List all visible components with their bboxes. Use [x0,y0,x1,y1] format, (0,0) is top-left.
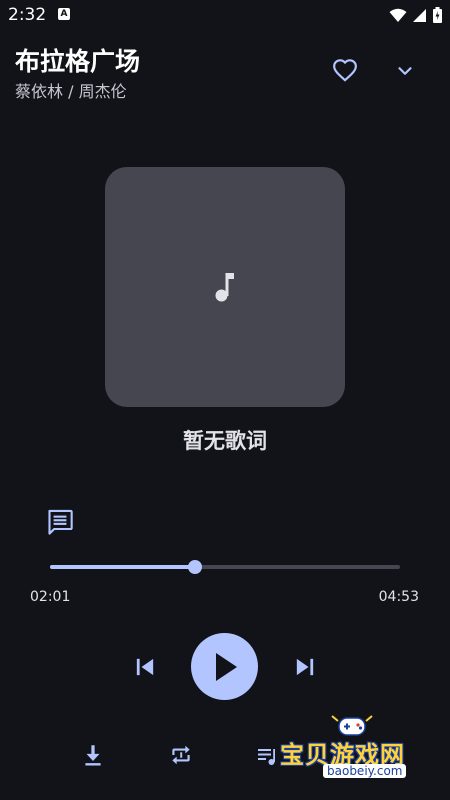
app-notification-icon: A [58,8,70,20]
play-icon [216,653,237,681]
skip-previous-icon [136,658,154,676]
chevron-down-icon [398,67,412,75]
favorite-button[interactable] [331,58,359,84]
status-bar: 2:32 A [0,0,450,32]
comment-button[interactable] [46,508,74,536]
status-time: 2:32 [8,5,47,25]
watermark-url: baobeiy.com [323,764,407,778]
collapse-button[interactable] [393,60,417,82]
play-button[interactable] [191,633,258,700]
previous-button[interactable] [130,653,160,681]
status-icons [389,7,442,23]
total-duration: 04:53 [378,589,419,605]
wifi-icon [389,8,407,22]
download-icon [85,745,101,766]
comment-icon [48,509,73,535]
current-time: 02:01 [30,589,71,605]
progress-fill [50,565,195,569]
song-artist: 蔡依林 / 周杰伦 [15,82,127,101]
heart-icon [333,59,357,82]
next-button[interactable] [290,653,320,681]
album-cover [105,167,345,407]
progress-thumb[interactable] [187,560,202,574]
repeat-button[interactable] [167,742,195,768]
battery-icon [433,7,442,23]
song-title: 布拉格广场 [15,47,141,76]
progress-slider[interactable] [50,558,400,576]
lyrics-placeholder: 暂无歌词 [183,429,267,453]
skip-next-icon [296,658,314,676]
download-button[interactable] [80,742,106,768]
watermark: 宝贝游戏网 baobeiy.com [275,712,435,786]
signal-icon [413,8,426,22]
repeat-one-icon [172,745,190,765]
music-note-icon [215,273,234,302]
